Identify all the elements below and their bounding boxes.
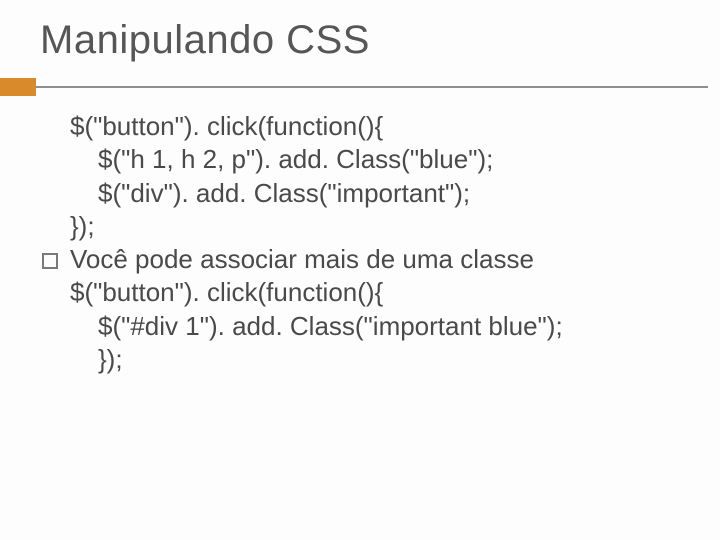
bullet-text: Você pode associar mais de uma classe bbox=[70, 243, 534, 276]
slide-title: Manipulando CSS bbox=[40, 18, 370, 63]
square-bullet-icon bbox=[42, 253, 58, 269]
code-line: }); bbox=[70, 210, 690, 243]
accent-block bbox=[0, 78, 36, 96]
code-line: $("#div 1"). add. Class("important blue"… bbox=[70, 310, 690, 343]
slide: Manipulando CSS $("button"). click(funct… bbox=[0, 0, 720, 540]
code-line: $("button"). click(function(){ bbox=[70, 276, 690, 309]
bullet-item: Você pode associar mais de uma classe bbox=[70, 243, 690, 276]
code-line: }); bbox=[70, 343, 690, 376]
code-line: $("h 1, h 2, p"). add. Class("blue"); bbox=[70, 143, 690, 176]
code-line: $("button"). click(function(){ bbox=[70, 110, 690, 143]
slide-body: $("button"). click(function(){ $("h 1, h… bbox=[70, 110, 690, 376]
title-rule bbox=[0, 78, 720, 96]
code-line: $("div"). add. Class("important"); bbox=[70, 177, 690, 210]
divider-line bbox=[36, 86, 708, 88]
